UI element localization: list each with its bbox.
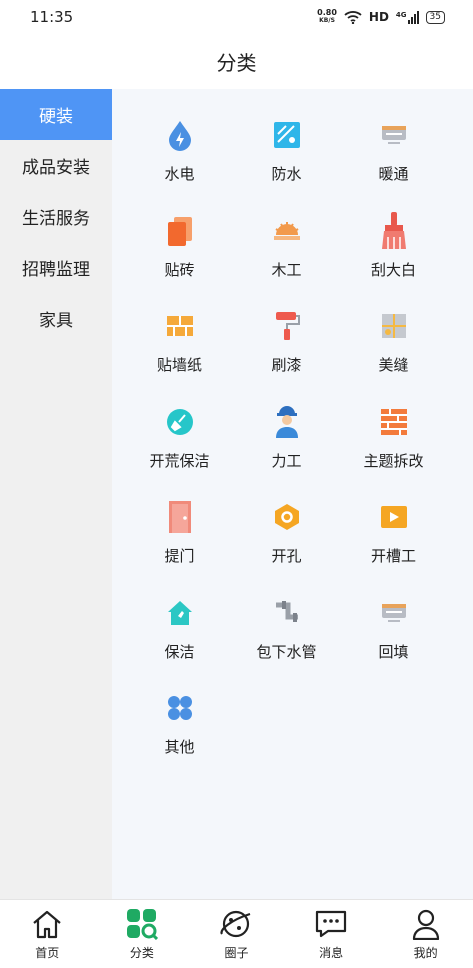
category-item[interactable]: 其他 xyxy=(126,690,233,786)
pipe-icon xyxy=(271,597,303,629)
category-item[interactable]: 贴砖 xyxy=(126,213,233,309)
category-item[interactable]: 包下水管 xyxy=(233,595,340,691)
wifi-icon xyxy=(344,11,362,24)
hd-indicator: HD xyxy=(368,10,389,24)
waterproof-icon xyxy=(271,119,303,151)
page-header: 分类 xyxy=(0,34,473,89)
sidebar-item-furniture[interactable]: 家具 xyxy=(0,293,112,344)
category-item[interactable]: 保洁 xyxy=(126,595,233,691)
caulk-icon xyxy=(378,310,410,342)
home-icon xyxy=(30,907,64,941)
sidebar-item-label: 生活服务 xyxy=(22,209,90,229)
tab-label: 我的 xyxy=(413,946,438,960)
sidebar-item-finished-install[interactable]: 成品安装 xyxy=(0,140,112,191)
tab-messages[interactable]: 消息 xyxy=(284,900,379,968)
signal-icon: 4G xyxy=(396,10,419,24)
planet-icon xyxy=(219,907,253,941)
sidebar-item-life-services[interactable]: 生活服务 xyxy=(0,191,112,242)
sidebar-item-label: 家具 xyxy=(39,311,73,331)
category-item[interactable]: 力工 xyxy=(233,404,340,500)
category-grid: 水电 防水 暖通 贴砖 木工 刮大白 贴墙纸 刷漆 美缝 开荒保洁 力工 主题拆… xyxy=(126,117,447,786)
status-indicators: 0.80 KB/S HD 4G 35 xyxy=(317,9,445,25)
groove-icon xyxy=(378,501,410,533)
tile-icon xyxy=(164,215,196,247)
tab-label: 首页 xyxy=(35,946,60,960)
tab-home[interactable]: 首页 xyxy=(0,900,95,968)
category-label: 防水 xyxy=(271,165,302,183)
sidebar-item-recruit-supervision[interactable]: 招聘监理 xyxy=(0,242,112,293)
clock: 11:35 xyxy=(30,8,74,26)
category-label: 开槽工 xyxy=(370,547,416,565)
backfill-icon xyxy=(378,597,410,629)
bottom-tab-bar: 首页 分类 圈子 消息 我的 xyxy=(0,899,473,968)
profile-icon xyxy=(409,907,443,941)
worker-icon xyxy=(271,405,303,438)
category-content: 水电 防水 暖通 贴砖 木工 刮大白 贴墙纸 刷漆 美缝 开荒保洁 力工 主题拆… xyxy=(112,89,473,899)
category-item[interactable]: 开荒保洁 xyxy=(126,404,233,500)
category-item[interactable]: 水电 xyxy=(126,117,233,213)
saw-icon xyxy=(271,215,303,247)
hex-nut-icon xyxy=(271,501,303,533)
tab-label: 圈子 xyxy=(224,946,249,960)
broom-icon xyxy=(164,406,196,438)
category-label: 贴墙纸 xyxy=(156,356,202,374)
category-icon xyxy=(125,907,159,941)
category-label: 水电 xyxy=(164,165,195,183)
category-item[interactable]: 提门 xyxy=(126,499,233,595)
brush-icon xyxy=(378,211,410,249)
wall-brick-icon xyxy=(164,310,196,342)
battery-icon: 35 xyxy=(425,10,445,24)
clover-icon xyxy=(164,692,196,724)
sidebar-item-label: 成品安装 xyxy=(22,158,90,178)
category-item[interactable]: 木工 xyxy=(233,213,340,309)
category-label: 木工 xyxy=(271,260,302,279)
tab-category[interactable]: 分类 xyxy=(95,900,190,968)
category-item[interactable]: 主题拆改 xyxy=(340,404,447,500)
category-sidebar: 硬装 成品安装 生活服务 招聘监理 家具 xyxy=(0,89,112,899)
category-label: 其他 xyxy=(164,738,195,756)
hvac-icon xyxy=(378,119,410,151)
category-item[interactable]: 刷漆 xyxy=(233,308,340,404)
category-label: 力工 xyxy=(271,451,302,470)
category-item[interactable]: 暖通 xyxy=(340,117,447,213)
tab-label: 消息 xyxy=(319,946,344,960)
message-icon xyxy=(314,907,348,941)
tab-label: 分类 xyxy=(129,946,154,960)
paint-roller-icon xyxy=(271,310,303,342)
category-label: 开孔 xyxy=(271,547,302,565)
sidebar-item-hard-decoration[interactable]: 硬装 xyxy=(0,89,112,140)
demolition-icon xyxy=(378,406,410,438)
page-title: 分类 xyxy=(216,51,257,75)
door-icon xyxy=(164,501,196,533)
category-item[interactable]: 回填 xyxy=(340,595,447,691)
category-label: 刷漆 xyxy=(271,356,302,374)
category-label: 包下水管 xyxy=(256,642,317,661)
category-item[interactable]: 刮大白 xyxy=(340,211,447,309)
category-item[interactable]: 贴墙纸 xyxy=(126,308,233,404)
water-drop-icon xyxy=(164,119,196,151)
category-label: 刮大白 xyxy=(370,260,416,279)
category-item[interactable]: 开孔 xyxy=(233,499,340,595)
network-speed: 0.80 KB/S xyxy=(317,8,337,25)
status-bar: 11:35 0.80 KB/S HD 4G 35 xyxy=(0,0,473,34)
category-label: 主题拆改 xyxy=(363,451,424,470)
category-label: 美缝 xyxy=(378,356,409,374)
category-label: 保洁 xyxy=(164,642,195,661)
sidebar-item-label: 硬装 xyxy=(39,107,73,127)
category-label: 回填 xyxy=(378,642,409,661)
category-label: 开荒保洁 xyxy=(149,451,210,470)
category-label: 暖通 xyxy=(378,165,409,183)
category-item[interactable]: 防水 xyxy=(233,117,340,213)
sidebar-item-label: 招聘监理 xyxy=(22,260,90,280)
category-item[interactable]: 美缝 xyxy=(340,308,447,404)
category-item[interactable]: 开槽工 xyxy=(340,499,447,595)
category-label: 贴砖 xyxy=(164,260,195,279)
tab-profile[interactable]: 我的 xyxy=(378,900,473,968)
category-label: 提门 xyxy=(164,547,195,565)
house-clean-icon xyxy=(164,597,196,629)
tab-circle[interactable]: 圈子 xyxy=(189,900,284,968)
